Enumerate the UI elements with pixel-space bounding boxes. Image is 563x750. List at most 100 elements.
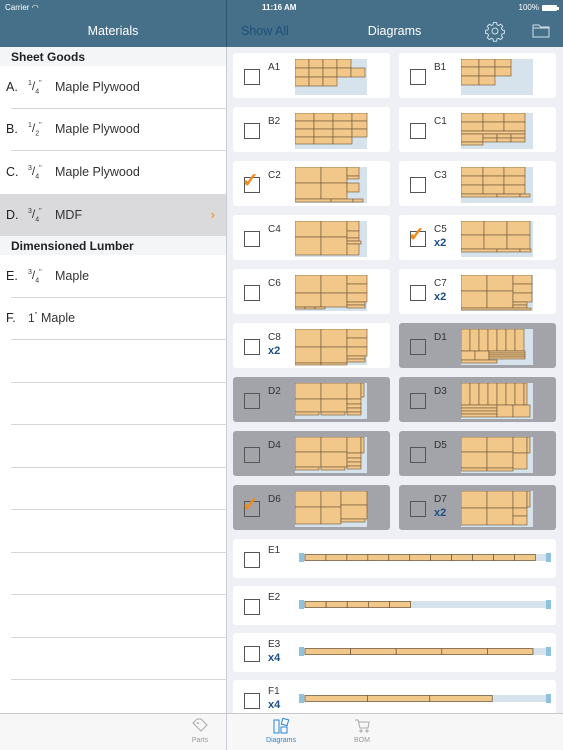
lumber-card-e2[interactable]: E2	[233, 586, 556, 625]
tab-bom[interactable]: BOM	[332, 717, 392, 744]
cut-diagram	[295, 275, 368, 311]
diagram-label: E2	[268, 592, 281, 603]
checkbox[interactable]	[244, 231, 260, 247]
checkbox[interactable]	[244, 393, 260, 409]
checkbox[interactable]	[244, 123, 260, 139]
checkbox[interactable]	[244, 447, 260, 463]
part-piece	[346, 457, 362, 463]
checkbox[interactable]	[410, 69, 426, 85]
diagram-card-d3[interactable]: D3	[399, 377, 556, 422]
part-piece	[295, 275, 322, 294]
diagram-card-c6[interactable]: C6	[233, 269, 390, 314]
part-piece	[482, 167, 505, 177]
part-piece	[346, 182, 360, 193]
diagram-card-d6[interactable]: ✓ D6	[233, 485, 390, 530]
part-piece	[320, 383, 348, 400]
checkbox[interactable]	[410, 177, 426, 193]
part-piece	[512, 283, 533, 294]
diagram-card-d1[interactable]: D1	[399, 323, 556, 368]
diagram-card-c1[interactable]: C1	[399, 107, 556, 152]
empty-row	[11, 595, 226, 638]
section-header-sheet-goods: Sheet Goods	[0, 47, 226, 66]
material-item-d[interactable]: D. 3/4" MDF ›	[0, 193, 226, 236]
part-piece	[487, 329, 498, 352]
part-piece	[346, 275, 368, 285]
diagram-card-d5[interactable]: D5	[399, 431, 556, 476]
checkbox[interactable]	[244, 552, 260, 568]
diagram-card-c2[interactable]: ✓ C2	[233, 161, 390, 206]
part-piece	[512, 452, 528, 470]
material-item-b[interactable]: B. 1/2" Maple Plywood	[0, 108, 226, 151]
diagram-card-d2[interactable]: D2	[233, 377, 390, 422]
part-piece	[461, 307, 532, 311]
tab-bar: Parts Diagrams BOM	[0, 713, 563, 750]
checkbox[interactable]	[410, 285, 426, 301]
empty-row	[11, 340, 226, 383]
material-item-a[interactable]: A. 1/4" Maple Plywood	[0, 66, 226, 109]
part-piece	[295, 76, 310, 87]
tab-parts[interactable]: Parts	[170, 717, 230, 744]
part-piece	[295, 466, 320, 471]
part-piece	[352, 198, 364, 203]
lumber-card-e1[interactable]: E1	[233, 539, 556, 578]
tab-diagrams[interactable]: Diagrams	[251, 717, 311, 744]
part-piece	[482, 133, 498, 139]
diagram-card-c4[interactable]: C4	[233, 215, 390, 260]
diagram-card-d4[interactable]: D4	[233, 431, 390, 476]
checkbox[interactable]	[244, 693, 260, 709]
lumber-card-e3[interactable]: E3 x4	[233, 633, 556, 672]
part-piece	[314, 306, 326, 310]
part-piece	[295, 59, 310, 69]
checkbox[interactable]	[410, 393, 426, 409]
checkbox[interactable]	[410, 123, 426, 139]
part-piece	[295, 437, 322, 453]
part-piece	[478, 329, 489, 352]
checkbox[interactable]	[410, 339, 426, 355]
board-piece	[346, 601, 369, 608]
part-piece	[486, 437, 514, 453]
part-piece	[461, 234, 485, 250]
carrier-text: Carrier	[5, 3, 30, 12]
diagram-label: D3	[434, 386, 447, 397]
diagram-card-c3[interactable]: C3	[399, 161, 556, 206]
gear-icon[interactable]	[484, 20, 506, 42]
material-name: Maple	[41, 311, 76, 326]
lumber-card-f1[interactable]: F1 x4	[233, 680, 556, 713]
fraction-numerator: 3	[28, 207, 32, 215]
diagram-card-b1[interactable]: B1	[399, 53, 556, 98]
fraction-denominator: 4	[35, 173, 40, 181]
checkbox[interactable]	[244, 646, 260, 662]
part-piece	[526, 491, 531, 508]
folder-icon[interactable]	[530, 20, 552, 42]
fraction-denominator: 4	[35, 276, 40, 284]
material-item-f[interactable]: F. 1" Maple	[0, 297, 226, 340]
checkbox[interactable]	[410, 447, 426, 463]
cut-diagram	[461, 491, 533, 527]
diagram-card-c8[interactable]: C8 x2	[233, 323, 390, 368]
part-piece	[332, 128, 353, 138]
diagram-card-c7[interactable]: C7 x2	[399, 269, 556, 314]
chevron-right-icon: ›	[210, 207, 215, 223]
diagram-card-d7[interactable]: D7 x2	[399, 485, 556, 530]
part-piece	[519, 193, 531, 198]
part-piece	[346, 167, 360, 177]
diagram-card-c5[interactable]: ✓ C5 x2	[399, 215, 556, 260]
materials-title: Materials	[87, 24, 139, 38]
diagram-card-b2[interactable]: B2	[233, 107, 390, 152]
checkbox[interactable]	[244, 599, 260, 615]
material-item-c[interactable]: C. 3/4" Maple Plywood	[0, 151, 226, 194]
diagram-card-a1[interactable]: A1	[233, 53, 390, 98]
checkbox[interactable]	[244, 285, 260, 301]
part-piece	[340, 491, 368, 506]
checkbox[interactable]	[244, 339, 260, 355]
checkbox[interactable]	[410, 501, 426, 517]
material-item-e[interactable]: E. 3/4" Maple	[0, 255, 226, 298]
part-piece	[295, 292, 322, 308]
checkbox[interactable]	[244, 69, 260, 85]
show-all-button[interactable]: Show All	[241, 24, 289, 38]
part-piece	[295, 329, 322, 348]
tab-label: Diagrams	[266, 737, 296, 744]
part-piece	[487, 383, 498, 406]
empty-row	[11, 638, 226, 680]
part-piece	[482, 121, 505, 132]
